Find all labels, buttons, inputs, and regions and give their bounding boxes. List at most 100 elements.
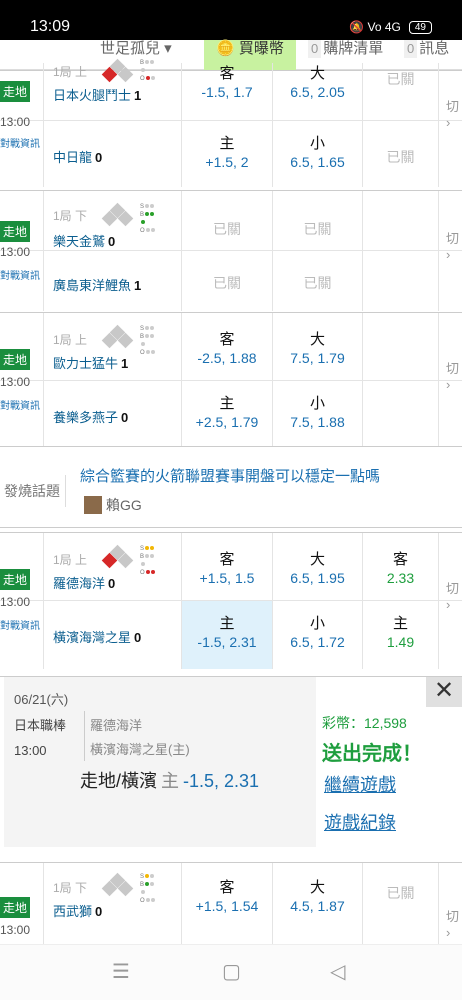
away-team[interactable]: 羅德海洋 0	[53, 573, 115, 592]
toggle-button[interactable]: 切 ›	[446, 909, 459, 941]
odds-total-over[interactable]: 大 4.5, 1.87	[273, 863, 363, 945]
team-col: 1局 上 BO 日本火腿鬥士 1	[44, 58, 182, 120]
nav-cart-label: 購牌清單	[323, 40, 384, 57]
odds-closed: 已關	[273, 251, 363, 311]
home-team[interactable]: 橫濱海灣之星 0	[53, 627, 141, 646]
odds-total-under[interactable]: 小 7.5, 1.88	[273, 381, 363, 447]
team-col: 1局 下 SBO 樂天金鷲 0	[44, 191, 182, 250]
odds-total-under[interactable]: 小 6.5, 1.65	[273, 121, 363, 187]
game-status-col: 對戰資訊	[0, 381, 44, 447]
submit-complete-message: 送出完成！	[322, 743, 422, 765]
away-team[interactable]: 樂天金鷲 0	[53, 231, 115, 250]
odds-spread-away[interactable]: 客 +1.5, 1.5	[182, 533, 273, 600]
game-row-away: 走地 13:00 1局 下 SBO 樂天金鷲 0 已關 已關	[0, 191, 462, 259]
receipt-home-team: 橫濱海灣之星(主)	[90, 742, 190, 757]
game-card: 走地 13:00 1局 下 SBO 樂天金鷲 0 已關 已關 對戰資訊 廣島東洋鯉…	[0, 190, 462, 311]
away-team[interactable]: 日本火腿鬥士 1	[53, 85, 141, 104]
toggle-button[interactable]: 切 ›	[446, 581, 459, 613]
odds-spread-away[interactable]: 客 -1.5, 1.7	[182, 63, 273, 120]
close-icon[interactable]: ✕	[426, 677, 462, 707]
odds-moneyline-home[interactable]: 主 1.49	[363, 601, 439, 669]
odds-spread-away[interactable]: 客 +1.5, 1.54	[182, 863, 273, 945]
home-team[interactable]: 廣島東洋鯉魚 1	[53, 275, 141, 294]
odds-total-over[interactable]: 大 7.5, 1.79	[273, 313, 363, 380]
game-status-col: 走地 13:00	[0, 533, 44, 609]
receipt-league: 日本職棒	[14, 718, 67, 733]
nav-buy-coins-label: 買曝幣	[238, 40, 284, 57]
odds-spread-home[interactable]: 主 +2.5, 1.79	[182, 381, 273, 447]
team-col: 中日龍 0	[44, 121, 182, 187]
odds-total-over[interactable]: 大 6.5, 1.95	[273, 533, 363, 600]
toggle-button[interactable]: 切 ›	[446, 231, 459, 263]
empty-odds-cell	[363, 251, 439, 311]
odds-closed: 已關	[182, 251, 273, 311]
game-row-away: 走地 1局 上 BO 日本火腿鬥士 1 客 -1.5, 1.7 大 6.5, 2.05…	[0, 58, 462, 121]
game-status-col: 走地	[0, 63, 44, 120]
team-col: 橫濱海灣之星 0	[44, 601, 182, 669]
receipt-time: 13:00	[14, 743, 47, 758]
inning-label: 1局 上	[53, 333, 88, 347]
inning-label: 1局 下	[53, 209, 88, 223]
bet-receipt: 06/21(六) 日本職棒 13:00 羅德海洋 橫濱海灣之星(主) 走地/橫濱…	[4, 677, 316, 847]
game-status-col: 走地 13:00	[0, 863, 44, 945]
hot-topic-bar: 發燒話題 綜合籃賽的火箭聯盟賽事開盤可以穩定一點嗎 賴GG	[0, 446, 462, 528]
empty-odds-cell	[363, 191, 439, 250]
game-row-home: 對戰資訊 廣島東洋鯉魚 1 已關 已關	[0, 251, 462, 311]
team-col: 廣島東洋鯉魚 1	[44, 251, 182, 311]
home-team[interactable]: 中日龍 0	[53, 147, 102, 166]
game-card: 走地 1局 上 BO 日本火腿鬥士 1 客 -1.5, 1.7 大 6.5, 2.05…	[0, 58, 462, 188]
home-team[interactable]: 養樂多燕子 0	[53, 407, 128, 426]
empty-odds-cell	[363, 381, 439, 447]
inning-label: 1局 上	[53, 553, 88, 567]
toggle-button[interactable]: 切 ›	[446, 99, 459, 131]
bases-diamond: SBO	[98, 324, 158, 356]
coin-balance: 彩幣：12,598	[322, 715, 407, 731]
odds-spread-away[interactable]: 客 -2.5, 1.88	[182, 313, 273, 380]
game-history-link[interactable]: 遊戲紀錄	[324, 809, 396, 835]
live-badge: 走地	[0, 569, 31, 590]
game-status-col: 走地 13:00	[0, 191, 44, 259]
avatar	[84, 496, 102, 514]
odds-spread-home[interactable]: 主 +1.5, 2	[182, 121, 273, 187]
matchup-info-link[interactable]: 對戰資訊	[0, 397, 40, 412]
receipt-divider	[84, 711, 85, 761]
away-team[interactable]: 西武獅 0	[53, 901, 102, 920]
back-icon[interactable]: ◁	[330, 959, 345, 984]
game-card: 走地 13:00 1局 上 SBO 歐力士猛牛 1 客 -2.5, 1.88 大 7.…	[0, 312, 462, 447]
live-badge: 走地	[0, 897, 31, 918]
matchup-info-link[interactable]: 對戰資訊	[0, 267, 40, 282]
odds-total-under[interactable]: 小 6.5, 1.72	[273, 601, 363, 669]
toggle-button[interactable]: 切 ›	[446, 361, 459, 393]
game-time: 13:00	[0, 923, 31, 937]
game-card: 走地 13:00 1局 上 SBO 羅德海洋 0 客 +1.5, 1.5 大 6.5,…	[0, 532, 462, 670]
topic-author[interactable]: 賴GG	[106, 495, 142, 515]
coin-icon: 🪙	[216, 40, 235, 57]
odds-spread-home-selected[interactable]: 主 -1.5, 2.31	[182, 601, 273, 669]
status-bar: 13:09 🔕 Vo 4G 49	[0, 0, 462, 40]
hot-topic-link[interactable]: 綜合籃賽的火箭聯盟賽事開盤可以穩定一點嗎	[80, 465, 380, 486]
away-team[interactable]: 歐力士猛牛 1	[53, 353, 128, 372]
menu-icon[interactable]: ☰	[112, 959, 130, 984]
sbo-count-icon: SBO	[140, 203, 158, 235]
team-col: 1局 上 SBO 歐力士猛牛 1	[44, 313, 182, 380]
odds-total-over[interactable]: 大 6.5, 2.05	[273, 63, 363, 120]
matchup-info-link[interactable]: 對戰資訊	[0, 617, 40, 632]
inning-label: 1局 上	[53, 65, 88, 79]
odds-closed: 已關	[363, 121, 439, 187]
receipt-bet: 走地/橫濱主 -1.5, 2.31	[80, 771, 260, 791]
continue-game-link[interactable]: 繼續遊戲	[324, 771, 396, 797]
odds-closed: 已關	[363, 63, 439, 120]
team-col: 養樂多燕子 0	[44, 381, 182, 447]
live-badge: 走地	[0, 81, 31, 102]
home-icon[interactable]: ▢	[222, 959, 241, 984]
bases-diamond: SBO	[98, 202, 158, 235]
team-col: 1局 下 SBO 西武獅 0	[44, 863, 182, 945]
matchup-info-link[interactable]: 對戰資訊	[0, 135, 40, 150]
game-row-away: 走地 13:00 1局 上 SBO 歐力士猛牛 1 客 -2.5, 1.88 大 7.…	[0, 313, 462, 389]
nav-messages-label: 訊息	[419, 40, 450, 57]
odds-moneyline-away[interactable]: 客 2.33	[363, 533, 439, 600]
game-status-col: 走地 13:00	[0, 313, 44, 389]
sbo-count-icon: SBO	[140, 545, 158, 577]
game-row-home: 13:00 對戰資訊 中日龍 0 主 +1.5, 2 小 6.5, 1.65 已關	[0, 115, 462, 187]
bet-confirmation-popup: 06/21(六) 日本職棒 13:00 羅德海洋 橫濱海灣之星(主) 走地/橫濱…	[0, 676, 462, 860]
